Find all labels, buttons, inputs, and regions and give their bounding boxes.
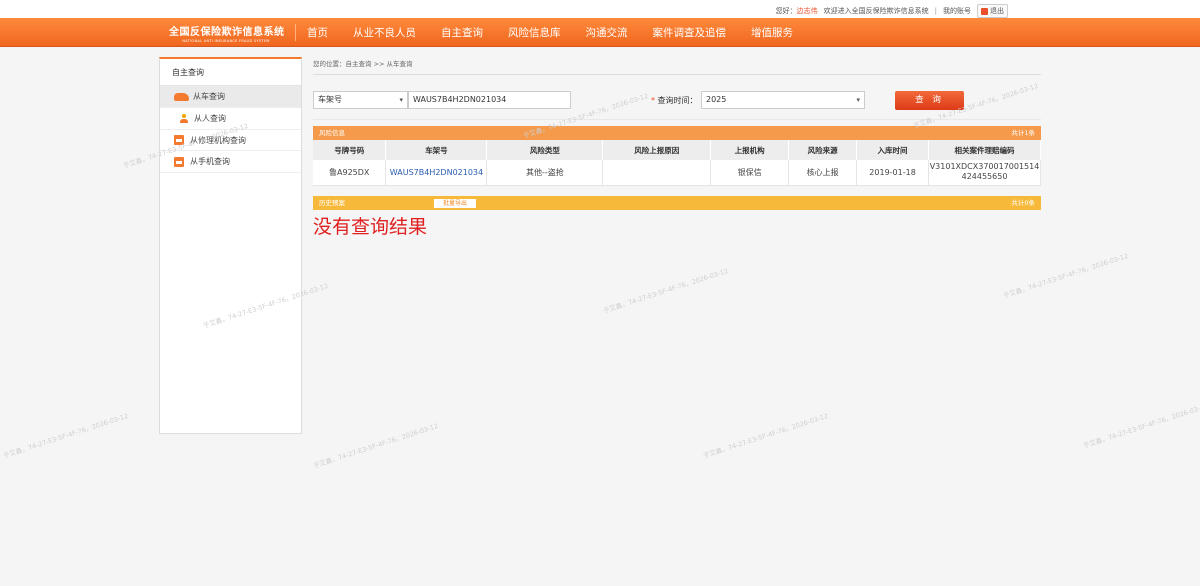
org-cell: 银保信 [710,160,790,186]
query-button[interactable]: 查 询 [895,91,964,110]
risk-type-cell: 其他--盗抢 [486,160,604,186]
query-time-label: * 查询时间： [651,95,698,106]
top-utility-bar: 您好：边志伟 欢迎进入全国反保险欺诈信息系统 | 我的账号 退出 [0,0,1200,18]
risk-info-count: 共计1条 [1011,129,1035,137]
column-header: 入库时间 [856,140,930,160]
sidebar-item-label: 从手机查询 [190,157,230,166]
watermark: 于艾鑫，74-27-E3-5F-4F-76，2026-03-12 [2,411,130,460]
query-time-value: 2025 [706,95,727,104]
query-type-select[interactable]: 车架号 ▾ [313,91,408,109]
query-time-text: 查询时间： [657,96,698,105]
sidebar-item-vehicle-query[interactable]: 从车查询 [160,86,301,108]
column-header: 风险来源 [788,140,858,160]
risk-info-title: 风险信息 [319,129,345,137]
history-count: 共计0条 [1011,198,1035,207]
sidebar-title: 自主查询 [160,59,301,86]
sidebar-item-phone-query[interactable]: 从手机查询 [160,151,301,173]
column-header: 上报机构 [710,140,790,160]
nav-menu: 首页 从业不良人员 自主查询 风险信息库 沟通交流 案件调查及追偿 增值服务 [307,18,818,47]
watermark: 于艾鑫，74-27-E3-5F-4F-76，2026-03-12 [1082,401,1200,450]
chevron-down-icon: ▾ [399,96,403,104]
watermark: 于艾鑫，74-27-E3-5F-4F-76，2026-03-12 [702,411,830,460]
watermark: 于艾鑫，74-27-E3-5F-4F-76，2026-03-12 [602,266,730,315]
greeting: 您好：边志伟 [775,7,818,15]
risk-info-table: 号牌号码 车架号 风险类型 风险上报原因 上报机构 风险来源 入库时间 相关案件… [313,140,1041,186]
sidebar-item-label: 从修理机构查询 [190,135,246,145]
repair-shop-icon [174,135,184,145]
table-row: 鲁A925DX WAUS7B4H2DN021034 其他--盗抢 银保信 核心上… [313,160,1041,186]
no-result-message: 没有查询结果 [313,215,428,238]
nav-item-bad-practitioners[interactable]: 从业不良人员 [353,25,416,40]
person-icon [180,114,188,123]
welcome-text: 欢迎进入全国反保险欺诈信息系统 [823,7,929,15]
watermark: 于艾鑫，74-27-E3-5F-4F-76，2026-03-12 [1002,251,1130,300]
sidebar-item-label: 从人查询 [194,114,226,123]
column-header: 风险类型 [486,140,604,160]
separator: | [934,7,937,15]
history-title: 历史预案 [319,198,345,207]
batch-export-button[interactable]: 批量导出 [433,197,478,209]
column-header: 相关案件理赔编码 [928,140,1041,160]
phone-icon [174,156,184,167]
logout-button[interactable]: 退出 [977,4,1008,18]
nav-item-communication[interactable]: 沟通交流 [586,25,628,40]
logout-label: 退出 [990,7,1004,15]
source-cell: 核心上报 [788,160,858,186]
required-star: * [651,96,655,105]
breadcrumb: 您的位置：自主查询 >> 从车查询 [313,57,1041,75]
vin-input[interactable]: WAUS7B4H2DN021034 [408,91,571,109]
logout-icon [981,7,988,15]
query-time-select[interactable]: 2025 ▾ [701,91,865,109]
username: 边志伟 [796,7,818,15]
sidebar-item-person-query[interactable]: 从人查询 [160,108,301,129]
sidebar-item-repair-shop-query[interactable]: 从修理机构查询 [160,129,301,151]
watermark: 于艾鑫，74-27-E3-5F-4F-76，2026-03-12 [312,421,440,470]
query-type-value: 车架号 [318,95,342,104]
risk-info-header: 风险信息 共计1条 [313,126,1041,140]
sidebar: 自主查询 从车查询 从人查询 从修理机构查询 从手机查询 [159,57,302,434]
history-header: 历史预案 批量导出 共计0条 [313,195,1041,210]
nav-item-home[interactable]: 首页 [307,25,328,40]
main-content: 您的位置：自主查询 >> 从车查询 车架号 ▾ WAUS7B4H2DN02103… [313,57,1041,239]
nav-item-value-added[interactable]: 增值服务 [751,25,793,40]
reason-cell [602,160,712,186]
plate-cell: 鲁A925DX [313,160,387,186]
column-header: 号牌号码 [313,140,387,160]
nav-divider [295,24,296,41]
car-icon [174,92,189,101]
date-cell: 2019-01-18 [856,160,930,186]
nav-item-case-investigation[interactable]: 案件调查及追偿 [653,25,727,40]
main-nav-bar: 全国反保险欺诈信息系统 NATIONAL ANTI INSURANCE FRAU… [0,18,1200,47]
sidebar-item-label: 从车查询 [193,92,225,101]
logo-title: 全国反保险欺诈信息系统 [169,27,285,38]
my-account-link[interactable]: 我的账号 [943,6,971,16]
nav-item-risk-database[interactable]: 风险信息库 [508,25,561,40]
user-info: 您好：边志伟 欢迎进入全国反保险欺诈信息系统 | 我的账号 退出 [776,4,1008,18]
claim-code-cell: V3101XDCX370017001514424455650 [928,160,1041,186]
vin-link[interactable]: WAUS7B4H2DN021034 [385,160,488,186]
search-form: 车架号 ▾ WAUS7B4H2DN021034 * 查询时间： 2025 ▾ 查… [313,75,1041,120]
nav-item-self-query[interactable]: 自主查询 [441,25,483,40]
logo-subtitle: NATIONAL ANTI INSURANCE FRAUD SYSTEM [182,39,270,43]
table-header-row: 号牌号码 车架号 风险类型 风险上报原因 上报机构 风险来源 入库时间 相关案件… [313,140,1041,160]
chevron-down-icon: ▾ [856,96,860,104]
column-header: 风险上报原因 [602,140,712,160]
column-header: 车架号 [385,140,488,160]
system-logo[interactable]: 全国反保险欺诈信息系统 NATIONAL ANTI INSURANCE FRAU… [169,23,285,43]
